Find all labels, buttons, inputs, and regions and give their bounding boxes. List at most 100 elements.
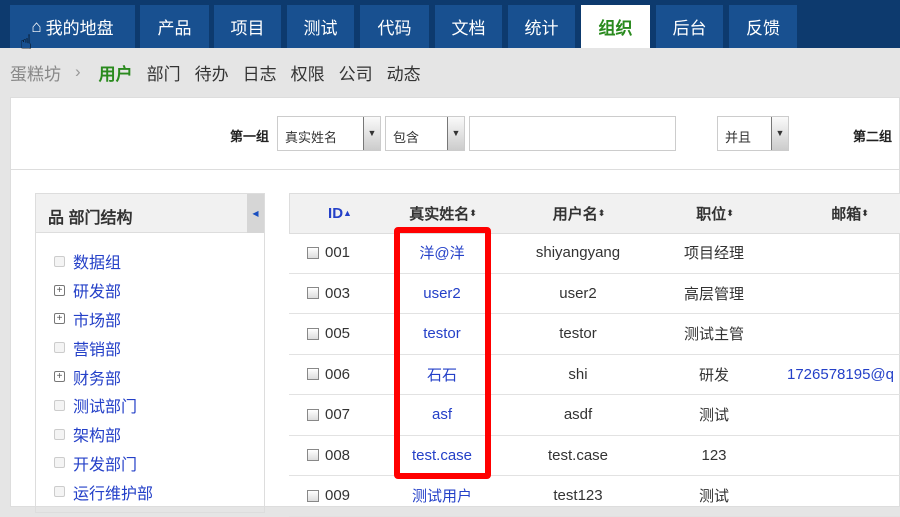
row-checkbox[interactable] xyxy=(307,449,319,462)
account-cell: testor xyxy=(559,325,597,343)
tree-item[interactable]: + 市场部 xyxy=(54,305,264,334)
operator-select[interactable]: 包含 ▼ xyxy=(385,116,465,151)
id: 009 xyxy=(325,487,351,505)
nav-tab-1[interactable]: 产品 xyxy=(140,5,209,48)
value-input[interactable] xyxy=(469,116,676,151)
subnav-item[interactable]: 日志 xyxy=(243,60,277,85)
nav-tab-8[interactable]: 后台 xyxy=(656,5,723,48)
subnav-item[interactable]: 公司 xyxy=(339,60,373,85)
row-checkbox[interactable] xyxy=(307,408,319,421)
leaf-icon xyxy=(54,399,65,411)
id-cell: 007 xyxy=(307,395,367,435)
email-link[interactable] xyxy=(787,476,900,516)
subnav-item[interactable]: 权限 xyxy=(291,60,325,85)
table-row: 007 asf asdf 测试 xyxy=(289,395,900,436)
tree-item[interactable]: 营销部 xyxy=(54,333,264,362)
realname-link[interactable]: 测试用户 xyxy=(392,476,492,516)
nav-tab-3[interactable]: 测试 xyxy=(287,5,354,48)
role-cell: 123 xyxy=(701,446,727,464)
tree-item-label: 测试部门 xyxy=(73,399,138,417)
breadcrumb-separator: › xyxy=(75,62,81,81)
role-cell: 高层管理 xyxy=(683,285,744,303)
table-row: 009 测试用户 test123 测试 xyxy=(289,476,900,517)
row-checkbox[interactable] xyxy=(307,287,319,300)
leaf-icon xyxy=(54,457,65,469)
column-header[interactable]: ID ▲ xyxy=(310,194,370,233)
tree-item-label: 市场部 xyxy=(73,312,122,330)
nav-tab-6[interactable]: 统计 xyxy=(508,5,575,48)
id: 005 xyxy=(325,325,351,343)
account-cell: shiyangyang xyxy=(535,244,621,262)
field-select[interactable]: 真实姓名 ▼ xyxy=(277,116,381,151)
account-cell: user2 xyxy=(559,284,597,302)
row-checkbox[interactable] xyxy=(307,327,319,340)
logic-select[interactable]: 并且 ▼ xyxy=(717,116,789,151)
column-header[interactable]: 职位 ⬍ xyxy=(665,194,765,233)
nav-tab-9[interactable]: 反馈 xyxy=(729,5,797,48)
account-cell: shi xyxy=(568,365,588,383)
email-link[interactable]: 1726578195@q xyxy=(787,355,900,395)
nav-tab-5[interactable]: 文档 xyxy=(435,5,502,48)
tree-title: 部门结构 xyxy=(68,210,133,227)
id: 003 xyxy=(325,284,351,302)
tree-item-label: 开发部门 xyxy=(73,456,138,474)
leaf-icon xyxy=(54,486,65,498)
subnav-item[interactable]: 部门 xyxy=(147,60,181,85)
operator-value: 包含 xyxy=(393,130,420,145)
table-row: 003 user2 user2 高层管理 xyxy=(289,274,900,314)
subnav-item[interactable]: 待办 xyxy=(195,60,229,85)
row-checkbox[interactable] xyxy=(307,368,319,381)
tree-item-label: 运行维护部 xyxy=(73,485,154,503)
nav-tab-2[interactable]: 项目 xyxy=(214,5,281,48)
tree-item[interactable]: + 财务部 xyxy=(54,362,264,391)
role-cell: 测试 xyxy=(698,407,729,425)
email-link[interactable] xyxy=(787,274,900,314)
sort-icon: ⬍ xyxy=(861,207,869,218)
table-row: 008 test.case test.case 123 xyxy=(289,436,900,476)
nav-tab-7[interactable]: 组织 xyxy=(581,5,650,48)
expand-icon[interactable]: + xyxy=(54,371,65,383)
tree-item[interactable]: 数据组 xyxy=(54,247,264,276)
nav-tab-4[interactable]: 代码 xyxy=(360,5,429,48)
tree-item[interactable]: 架构部 xyxy=(54,420,264,449)
row-checkbox[interactable] xyxy=(307,246,319,259)
leaf-icon xyxy=(54,255,65,267)
home-icon: ⌂ xyxy=(31,16,42,36)
search-filter: 第一组 真实姓名 ▼ 包含 ▼ 并且 ▼ 第二组 xyxy=(11,98,900,170)
tab-label: 统计 xyxy=(524,19,559,38)
expand-icon[interactable]: + xyxy=(54,313,65,325)
tree-item[interactable]: 测试部门 xyxy=(54,391,264,420)
column-header[interactable]: 用户名 ⬍ xyxy=(529,194,629,233)
breadcrumb-root[interactable]: 蛋糕坊 xyxy=(10,60,61,85)
id: 008 xyxy=(325,446,351,464)
column-header[interactable]: 邮箱 ⬍ xyxy=(780,194,900,233)
tree-item[interactable]: 运行维护部 xyxy=(54,477,264,506)
subnav-item[interactable]: 用户 xyxy=(99,60,133,85)
highlight-box xyxy=(394,227,491,479)
email-link[interactable] xyxy=(787,436,900,476)
expand-icon[interactable]: + xyxy=(54,284,65,296)
collapse-toggle[interactable]: ◀ xyxy=(247,194,264,233)
tree-item-label: 财务部 xyxy=(73,370,122,388)
header-label: 邮箱 xyxy=(831,205,862,223)
sort-icon: ⬍ xyxy=(726,207,734,218)
row-checkbox[interactable] xyxy=(307,489,319,502)
group1-label: 第一组 xyxy=(230,129,270,144)
header-label: 用户名 xyxy=(552,205,598,223)
group2-label: 第二组 xyxy=(853,129,893,144)
chevron-down-icon: ▼ xyxy=(447,117,464,150)
role-cell: 测试 xyxy=(698,488,729,506)
tab-label: 文档 xyxy=(451,19,486,38)
email-link[interactable] xyxy=(787,233,900,273)
leaf-icon xyxy=(54,428,65,440)
email-link[interactable] xyxy=(787,314,900,354)
tree-item[interactable]: 开发部门 xyxy=(54,449,264,478)
email-link[interactable] xyxy=(787,395,900,435)
header-label: 职位 xyxy=(696,205,727,223)
id-cell: 003 xyxy=(307,274,367,314)
tree-item[interactable]: + 研发部 xyxy=(54,276,264,305)
id-cell: 008 xyxy=(307,436,367,476)
tree-item-label: 研发部 xyxy=(73,284,122,302)
sub-nav: 蛋糕坊 › 用户 部门 待办 日志 权限 公司 动态 xyxy=(0,48,900,96)
subnav-item[interactable]: 动态 xyxy=(387,60,421,85)
